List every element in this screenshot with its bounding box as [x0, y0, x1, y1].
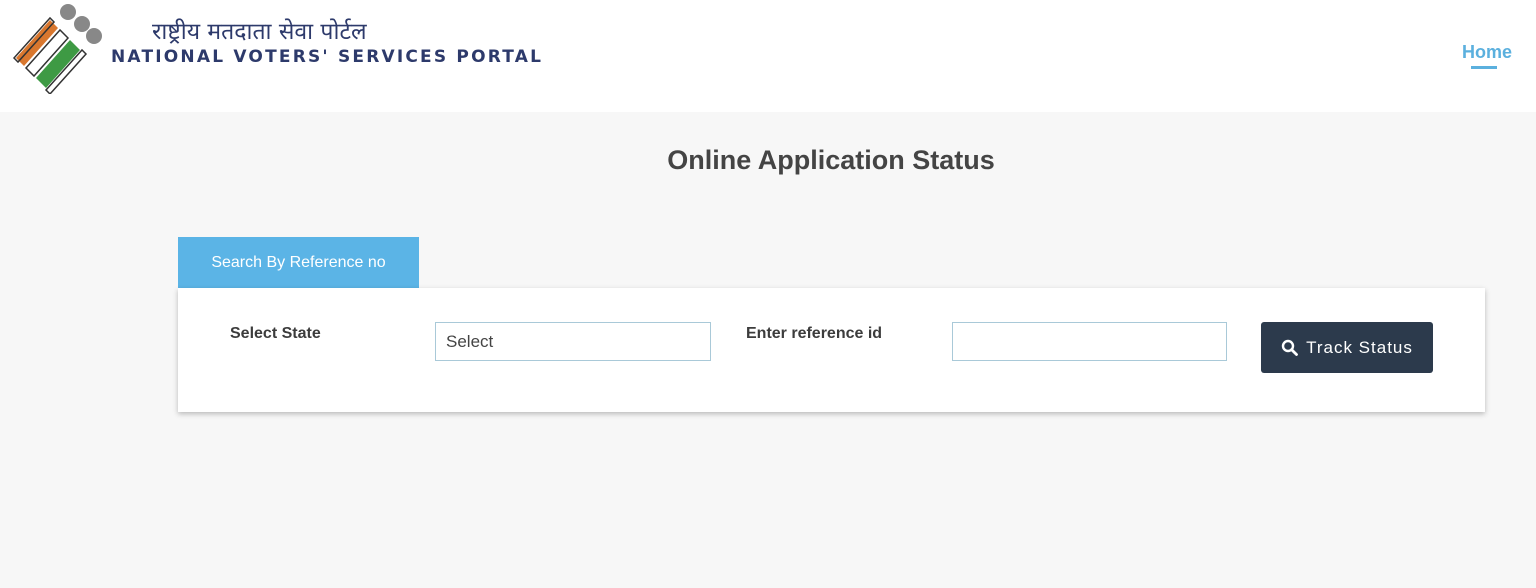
- select-state-label: Select State: [230, 325, 321, 342]
- reference-id-input[interactable]: [952, 322, 1227, 361]
- portal-title-english: NATIONAL VOTERS' SERVICES PORTAL: [111, 47, 544, 67]
- track-status-label: Track Status: [1306, 337, 1413, 357]
- portal-title-hindi: राष्ट्रीय मतदाता सेवा पोर्टल: [152, 19, 367, 45]
- nav-home-active-indicator: [1471, 66, 1497, 69]
- tab-label: Search By Reference no: [211, 253, 386, 271]
- tab-search-by-reference[interactable]: Search By Reference no: [178, 237, 419, 288]
- reference-id-label: Enter reference id: [746, 325, 883, 342]
- search-icon: [1281, 339, 1298, 356]
- state-select-value: Select: [446, 331, 494, 351]
- search-form-card: Select State Select Enter reference id T…: [178, 288, 1485, 412]
- page-title: Online Application Status: [667, 145, 995, 175]
- state-select[interactable]: Select: [435, 322, 711, 361]
- nav-home-link[interactable]: Home: [1462, 42, 1512, 63]
- ballot-hands-emblem-icon: [12, 4, 102, 94]
- track-status-button[interactable]: Track Status: [1261, 322, 1433, 373]
- site-header: राष्ट्रीय मतदाता सेवा पोर्टल NATIONAL VO…: [0, 0, 1536, 112]
- portal-logo[interactable]: राष्ट्रीय मतदाता सेवा पोर्टल NATIONAL VO…: [0, 0, 541, 96]
